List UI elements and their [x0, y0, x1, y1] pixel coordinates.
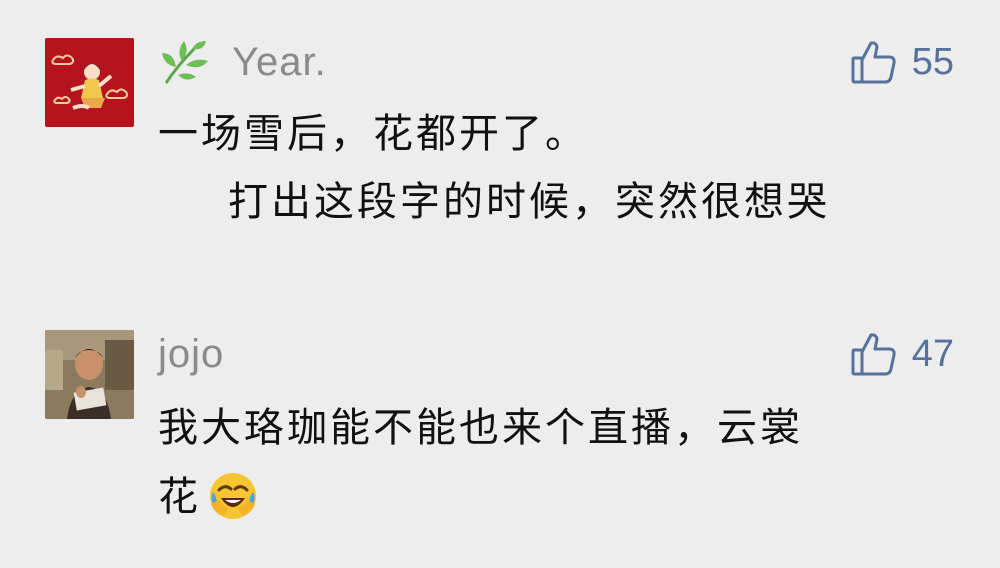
thumbs-up-icon: [850, 38, 898, 86]
comment-item: Year. 55 一场雪后，花都开了。 打出这段字的时候，突然很想哭: [0, 0, 1000, 280]
photo-avatar-icon: [45, 330, 134, 419]
laughing-crying-emoji-icon: [207, 470, 259, 522]
like-count: 47: [911, 332, 954, 375]
comment-text-line: 花: [158, 470, 259, 523]
username-row: Year.: [158, 36, 327, 88]
avatar[interactable]: [45, 330, 134, 419]
comment-text-line: 打出这段字的时候，突然很想哭: [228, 179, 830, 225]
username[interactable]: Year.: [232, 40, 327, 85]
avatar[interactable]: [45, 38, 134, 127]
like-button[interactable]: 55: [850, 36, 954, 88]
username[interactable]: jojo: [158, 332, 224, 377]
red-cartoon-avatar-icon: [45, 38, 134, 127]
like-button[interactable]: 47: [850, 328, 954, 380]
comment-text-line: 我大珞珈能不能也来个直播，云裳: [158, 405, 803, 451]
leaf-icon: [158, 35, 212, 89]
comment-text-line: 一场雪后，花都开了。: [158, 111, 588, 157]
thumbs-up-icon: [850, 330, 898, 378]
comment-text: 花: [158, 474, 201, 520]
comment-item: jojo 47 我大珞珈能不能也来个直播，云裳 花: [0, 300, 1000, 568]
like-count: 55: [911, 40, 954, 83]
username-row: jojo: [158, 328, 224, 380]
